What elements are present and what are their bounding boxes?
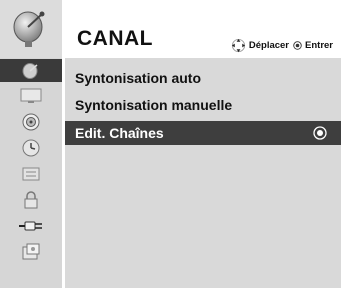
menu-item-label: Edit. Chaînes bbox=[75, 125, 164, 141]
menu-item-auto-tuning[interactable]: Syntonisation auto bbox=[65, 66, 341, 90]
help-enter-label: Entrer bbox=[305, 40, 333, 51]
option-icon[interactable] bbox=[0, 162, 62, 185]
sidebar bbox=[0, 58, 62, 288]
lock-icon[interactable] bbox=[0, 188, 62, 211]
ok-icon bbox=[313, 126, 327, 140]
menu-item-label: Syntonisation manuelle bbox=[75, 97, 233, 113]
menu-item-channel-edit[interactable]: Edit. Chaînes bbox=[65, 121, 341, 145]
menu-item-label: Syntonisation auto bbox=[75, 70, 201, 86]
navigate-arrows-icon bbox=[231, 38, 245, 53]
satellite-dish-icon bbox=[0, 0, 62, 58]
tv-osd-menu: CANAL Déplacer Entrer Syntonisation auto… bbox=[0, 0, 341, 288]
menu-list: Syntonisation auto Syntonisation manuell… bbox=[65, 58, 341, 288]
menu-item-manual-tuning[interactable]: Syntonisation manuelle bbox=[65, 93, 341, 117]
page-title: CANAL bbox=[77, 27, 153, 50]
help-bar: Déplacer Entrer bbox=[231, 38, 333, 53]
enter-icon bbox=[293, 41, 302, 50]
help-move-label: Déplacer bbox=[248, 40, 290, 51]
audio-icon[interactable] bbox=[0, 110, 62, 133]
picture-icon[interactable] bbox=[0, 84, 62, 107]
menu-header: CANAL Déplacer Entrer bbox=[65, 0, 341, 58]
clock-icon[interactable] bbox=[0, 136, 62, 159]
channel-icon[interactable] bbox=[0, 59, 62, 82]
input-icon[interactable] bbox=[0, 214, 62, 237]
usb-icon[interactable] bbox=[0, 240, 62, 263]
